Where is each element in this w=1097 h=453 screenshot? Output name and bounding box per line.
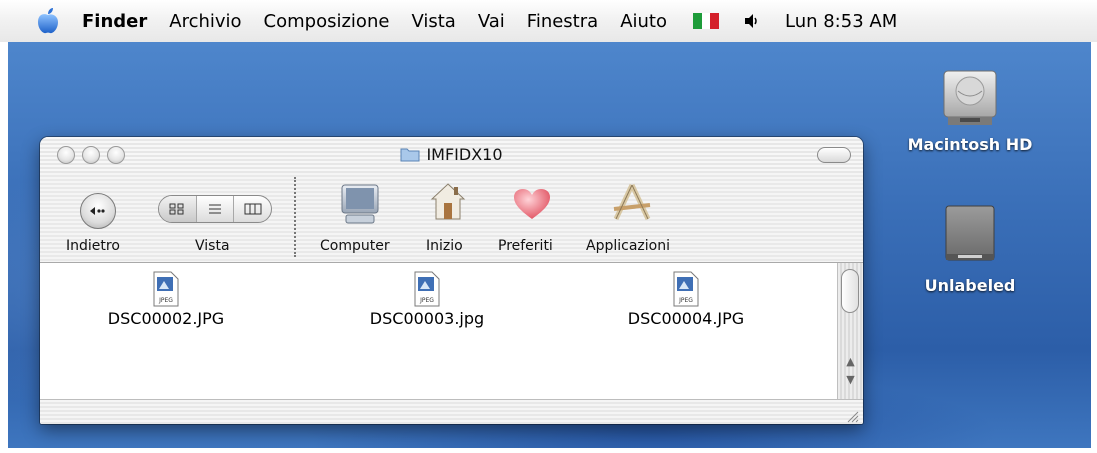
home-label: Inizio (426, 238, 463, 254)
menu-vista[interactable]: Vista (411, 11, 455, 32)
toolbar-applications-button[interactable]: Applicazioni (586, 173, 698, 262)
hard-disk-icon (938, 65, 1002, 129)
toolbar-favorites-button[interactable]: Preferiti (494, 173, 572, 262)
toolbar-computer-button[interactable]: Computer (312, 173, 408, 262)
toolbar-home-button[interactable]: Inizio (416, 173, 478, 262)
heart-icon (512, 187, 552, 225)
desktop-icon-macintosh-hd[interactable]: Macintosh HD (895, 65, 1045, 154)
desktop-icon-label: Macintosh HD (907, 135, 1033, 154)
window-title-text: IMFIDX10 (426, 145, 503, 164)
apple-menu-icon[interactable] (36, 7, 60, 35)
jpeg-file-icon: JPEG (414, 271, 440, 307)
svg-text:JPEG: JPEG (158, 297, 173, 304)
column-view-icon[interactable] (233, 196, 271, 222)
toolbar-separator (294, 177, 296, 257)
vertical-scrollbar[interactable]: ▲ ▼ (837, 263, 863, 399)
applications-icon (610, 183, 654, 227)
favorites-label: Preferiti (498, 238, 553, 254)
view-label: Vista (195, 238, 230, 254)
file-list-area: JPEG DSC00002.JPG JPEG DSC00003.jpg JPEG… (40, 263, 837, 399)
scroll-down-arrow-icon[interactable]: ▼ (838, 373, 863, 386)
finder-window: IMFIDX10 Indietro Vista Computer Inizio … (40, 137, 863, 424)
window-status-bar (40, 399, 863, 424)
menu-finder[interactable]: Finder (82, 11, 147, 32)
menu-bar: Finder Archivio Composizione Vista Vai F… (0, 0, 1097, 43)
computer-label: Computer (320, 238, 390, 254)
menu-finestra[interactable]: Finestra (527, 11, 598, 32)
window-titlebar[interactable]: IMFIDX10 (40, 137, 863, 174)
computer-icon (340, 183, 380, 229)
file-item-dsc00002[interactable]: JPEG DSC00002.JPG (81, 271, 251, 328)
window-title: IMFIDX10 (40, 145, 863, 164)
toolbar-toggle-button[interactable] (817, 147, 851, 163)
removable-disk-icon (938, 198, 1002, 270)
home-icon (430, 181, 466, 227)
resize-grip-icon[interactable] (845, 408, 859, 423)
file-name: DSC00003.jpg (369, 309, 485, 328)
desktop-icon-unlabeled[interactable]: Unlabeled (895, 198, 1045, 295)
back-label: Indietro (66, 238, 120, 254)
file-name: DSC00004.JPG (627, 309, 745, 328)
icon-view-icon[interactable] (159, 196, 196, 222)
file-item-dsc00003[interactable]: JPEG DSC00003.jpg (342, 271, 512, 328)
menu-composizione[interactable]: Composizione (264, 11, 390, 32)
file-item-dsc00004[interactable]: JPEG DSC00004.JPG (601, 271, 771, 328)
jpeg-file-icon: JPEG (153, 271, 179, 307)
back-button[interactable] (80, 193, 116, 229)
jpeg-file-icon: JPEG (673, 271, 699, 307)
back-arrow-icon (88, 202, 108, 221)
italian-flag-icon[interactable] (692, 13, 719, 29)
scroll-up-arrow-icon[interactable]: ▲ (838, 355, 863, 368)
menu-vai[interactable]: Vai (478, 11, 505, 32)
desktop-icon-label: Unlabeled (924, 276, 1016, 295)
menu-aiuto[interactable]: Aiuto (620, 11, 667, 32)
menu-archivio[interactable]: Archivio (169, 11, 241, 32)
menu-clock[interactable]: Lun 8:53 AM (785, 11, 897, 32)
folder-icon (400, 146, 420, 162)
view-mode-control[interactable] (158, 195, 272, 223)
list-view-icon[interactable] (195, 196, 234, 222)
svg-text:JPEG: JPEG (678, 297, 693, 304)
svg-text:JPEG: JPEG (419, 297, 434, 304)
applications-label: Applicazioni (586, 238, 670, 254)
file-name: DSC00002.JPG (107, 309, 225, 328)
scrollbar-thumb[interactable] (841, 269, 859, 313)
volume-icon[interactable] (743, 12, 761, 30)
window-toolbar: Indietro Vista Computer Inizio Preferiti… (40, 173, 863, 263)
